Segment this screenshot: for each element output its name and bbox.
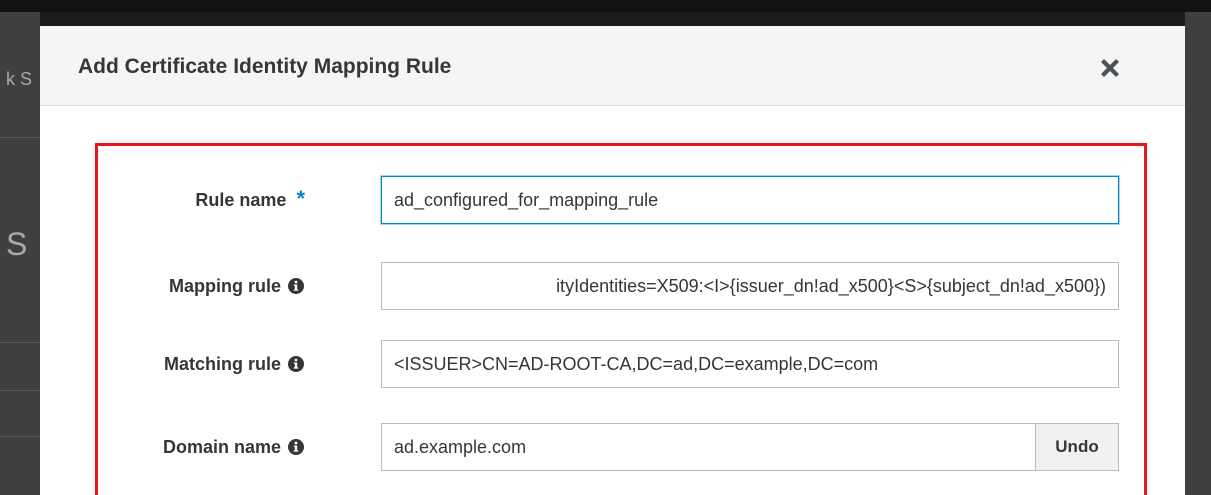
domain-name-input[interactable] — [381, 423, 1036, 471]
dialog-header: Add Certificate Identity Mapping Rule — [40, 26, 1185, 106]
close-icon — [1101, 59, 1119, 77]
close-button[interactable] — [1096, 54, 1124, 82]
rule-name-label: Rule name — [195, 189, 287, 210]
matching-rule-input[interactable] — [381, 340, 1119, 388]
background-divider — [0, 436, 40, 437]
mapping-rule-label: Mapping rule — [169, 275, 281, 296]
undo-button[interactable]: Undo — [1035, 423, 1119, 471]
background-text-fragment: k S — [6, 69, 33, 89]
background-page-fragment: k S S — [0, 12, 40, 495]
background-divider — [0, 137, 40, 138]
domain-name-row: Domain name Undo — [40, 423, 1185, 471]
backdrop-top — [0, 0, 1211, 12]
domain-name-label: Domain name — [162, 436, 281, 457]
mapping-rule-label-group: Mapping rule — [169, 262, 305, 310]
matching-rule-label-group: Matching rule — [164, 340, 305, 388]
rule-name-row: Rule name * — [40, 176, 1185, 224]
rule-name-input[interactable] — [381, 176, 1119, 224]
rule-name-label-group: Rule name * — [195, 176, 305, 224]
matching-rule-row: Matching rule — [40, 340, 1185, 388]
background-divider — [0, 342, 40, 343]
mapping-rule-row: Mapping rule — [40, 262, 1185, 310]
info-icon[interactable] — [287, 438, 305, 456]
info-icon[interactable] — [287, 355, 305, 373]
info-icon[interactable] — [287, 277, 305, 295]
background-divider — [0, 390, 40, 391]
required-marker: * — [296, 186, 305, 211]
background-heading-fragment: S — [6, 226, 28, 262]
dialog-title: Add Certificate Identity Mapping Rule — [78, 55, 452, 78]
add-mapping-rule-dialog: Add Certificate Identity Mapping Rule Ru… — [40, 26, 1185, 495]
mapping-rule-input[interactable] — [381, 262, 1119, 310]
domain-name-label-group: Domain name — [163, 423, 305, 471]
background-page-fragment-right — [1185, 12, 1211, 495]
matching-rule-label: Matching rule — [163, 353, 281, 374]
